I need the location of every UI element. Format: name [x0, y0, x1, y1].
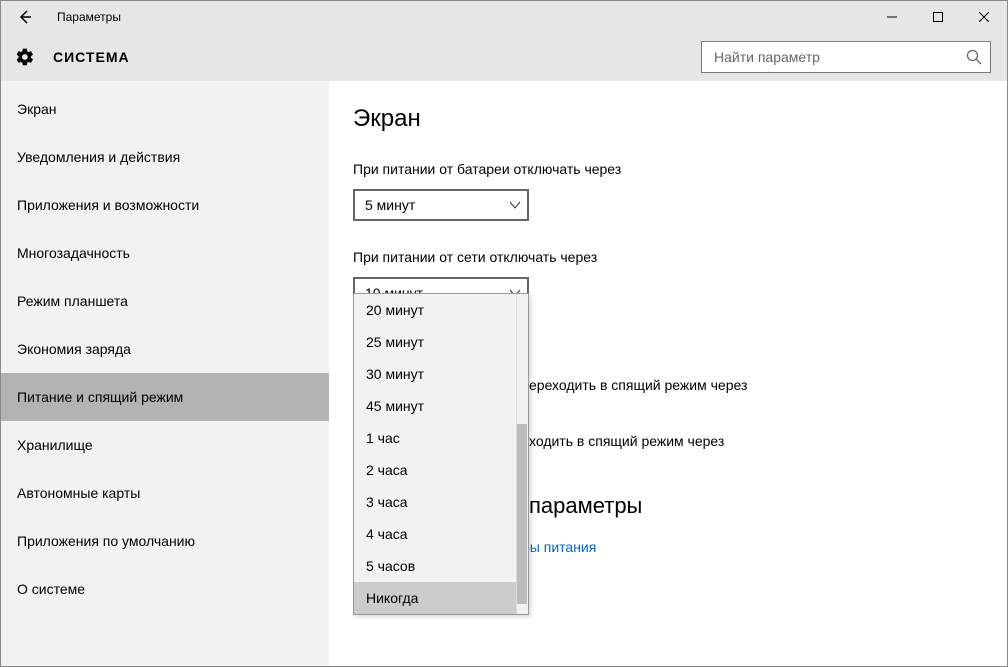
sidebar-item[interactable]: Питание и спящий режим — [1, 373, 329, 421]
plugged-screen-off-label: При питании от сети отключать через — [353, 249, 1007, 265]
dropdown-option[interactable]: 1 час — [354, 422, 528, 454]
sidebar-item[interactable]: Приложения по умолчанию — [1, 517, 329, 565]
close-icon — [979, 12, 989, 22]
sidebar-item[interactable]: Приложения и возможности — [1, 181, 329, 229]
window-title: Параметры — [57, 10, 121, 24]
dropdown-option[interactable]: 5 часов — [354, 550, 528, 582]
arrow-left-icon — [17, 9, 33, 25]
dropdown-option[interactable]: Никогда — [354, 582, 528, 614]
sidebar-item[interactable]: Экономия заряда — [1, 325, 329, 373]
dropdown-option[interactable]: 30 минут — [354, 358, 528, 390]
header: СИСТЕМА — [1, 33, 1007, 81]
dropdown-option[interactable]: 3 часа — [354, 486, 528, 518]
dropdown-scrollbar[interactable] — [516, 294, 528, 614]
close-button[interactable] — [961, 1, 1007, 33]
select-value: 5 минут — [365, 197, 509, 213]
dropdown-option[interactable]: 20 минут — [354, 294, 528, 326]
search-icon — [966, 49, 982, 65]
dropdown-option[interactable]: 2 часа — [354, 454, 528, 486]
content-pane: Экран При питании от батареи отключать ч… — [329, 81, 1007, 666]
section-title: СИСТЕМА — [53, 49, 130, 65]
sidebar-item[interactable]: Автономные карты — [1, 469, 329, 517]
chevron-down-icon — [509, 199, 521, 211]
sidebar-item[interactable]: Хранилище — [1, 421, 329, 469]
search-box[interactable] — [701, 41, 991, 73]
settings-window: Параметры СИСТЕМА ЭкранУведомления и дей… — [0, 0, 1008, 667]
dropdown-option[interactable]: 4 часа — [354, 518, 528, 550]
sidebar: ЭкранУведомления и действияПриложения и … — [1, 81, 329, 666]
titlebar: Параметры — [1, 1, 1007, 33]
battery-screen-off-label: При питании от батареи отключать через — [353, 161, 1007, 177]
dropdown-option[interactable]: 25 минут — [354, 326, 528, 358]
back-button[interactable] — [1, 1, 49, 33]
sidebar-item[interactable]: Режим планшета — [1, 277, 329, 325]
search-input[interactable] — [714, 49, 966, 65]
page-heading: Экран — [353, 105, 1007, 133]
scrollbar-thumb[interactable] — [517, 424, 527, 604]
maximize-button[interactable] — [915, 1, 961, 33]
maximize-icon — [933, 12, 943, 22]
dropdown-menu: 20 минут25 минут30 минут45 минут1 час2 ч… — [353, 293, 529, 615]
dropdown-option[interactable]: 45 минут — [354, 390, 528, 422]
sidebar-item[interactable]: Многозадачность — [1, 229, 329, 277]
sidebar-item[interactable]: Экран — [1, 85, 329, 133]
sidebar-item[interactable]: Уведомления и действия — [1, 133, 329, 181]
minimize-button[interactable] — [869, 1, 915, 33]
gear-icon — [13, 45, 37, 69]
battery-screen-off-select[interactable]: 5 минут — [353, 189, 529, 221]
sidebar-item[interactable]: О системе — [1, 565, 329, 613]
minimize-icon — [887, 12, 897, 22]
